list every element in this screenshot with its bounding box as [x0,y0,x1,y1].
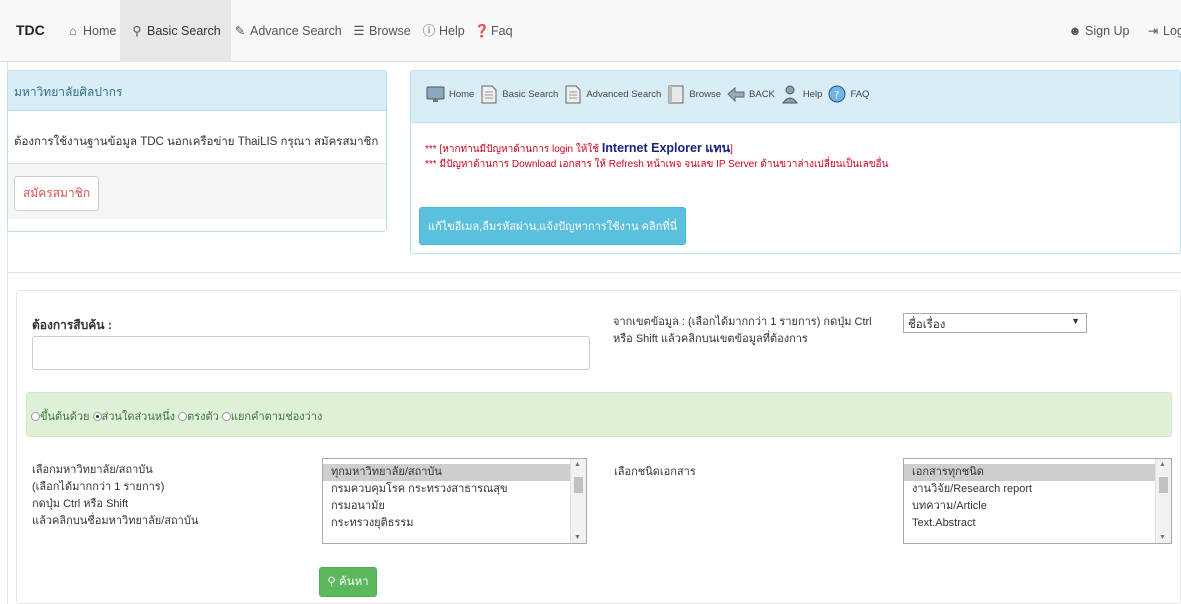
list-item[interactable]: เอกสารทุกชนิด [904,464,1171,481]
panel-footer: สมัครสมาชิก [8,163,386,219]
document-icon [565,85,581,104]
list-icon: ☰ [353,24,365,38]
menu-home[interactable]: Home [425,83,474,105]
nav-home[interactable]: ⌂ Home [66,0,116,62]
edit-icon: ✎ [234,24,246,38]
nav-sign-up[interactable]: ☻ Sign Up [1068,0,1129,62]
search-input[interactable] [32,336,590,370]
list-item[interactable]: ทุกมหาวิทยาลัย/สถาบัน [323,464,586,481]
field-select[interactable]: ชื่อเรื่อง ▼ [903,313,1087,333]
faq-icon: ? [828,85,846,103]
nav-faq[interactable]: ❓Faq [474,0,513,62]
doctype-listbox[interactable]: เอกสารทุกชนิด งานวิจัย/Research report บ… [903,458,1172,544]
list-item[interactable]: กระทรวงยุติธรรม [323,515,586,532]
radio-exact[interactable]: ตรงตัว [178,411,219,423]
query-label: ต้องการสืบค้น : [32,318,112,332]
list-item[interactable]: บทความ/Article [904,498,1171,515]
notice-login: *** [หากท่านมีปัญหาด้านการ login ให้ใช้ … [425,141,733,155]
scrollbar[interactable]: ▲ ▼ [570,459,586,543]
list-item[interactable]: งานวิจัย/Research report [904,481,1171,498]
nav-basic-search[interactable]: ⚲ Basic Search [120,0,231,62]
field-label: จากเขตข้อมูล : (เลือกได้มากกว่า 1 รายการ… [613,316,872,345]
list-item[interactable]: Text.Abstract [904,515,1171,532]
info-panel: Home Basic Search Advanced Search Browse… [410,70,1181,254]
search-icon: ⚲ [132,24,142,38]
scrollbar[interactable]: ▲ ▼ [1155,459,1171,543]
university-help: เลือกมหาวิทยาลัย/สถาบัน (เลือกได้มากกว่า… [32,464,199,527]
nav-login[interactable]: ⇥Logi [1146,0,1181,62]
login-icon: ⇥ [1147,24,1159,38]
menu-help[interactable]: Help [779,83,822,105]
search-icon: ⚲ [327,576,336,588]
member-panel: มหาวิทยาลัยศิลปากร ต้องการใช้งานฐานข้อมู… [7,70,387,232]
match-options: ขึ้นต้นด้วย ส่วนใดส่วนหนึ่ง ตรงตัว แยกคำ… [26,392,1172,437]
menu-back[interactable]: BACK [725,83,775,105]
doctype-label: เลือกชนิดเอกสาร [614,466,696,478]
menu-advanced-search[interactable]: Advanced Search [562,83,661,105]
radio-split-words[interactable]: แยกคำตามช่องว่าง [221,411,322,423]
nav-advance-search[interactable]: ✎ Advance Search [233,0,342,62]
document-icon [481,85,497,104]
monitor-icon [426,86,445,102]
book-icon [668,85,684,104]
member-notice: ต้องการใช้งานฐานข้อมูล TDC นอกเครือข่าย … [14,136,379,148]
info-icon: ⓘ [422,24,436,38]
list-item[interactable]: กรมอนามัย [323,498,586,515]
question-icon: ❓ [474,24,490,38]
user-icon: ☻ [1068,24,1082,38]
menu-basic-search[interactable]: Basic Search [478,83,558,105]
university-listbox[interactable]: ทุกมหาวิทยาลัย/สถาบัน กรมควบคุมโรค กระทร… [322,458,587,544]
register-button[interactable]: สมัครสมาชิก [14,176,100,211]
home-icon: ⌂ [69,24,77,38]
notice-download: *** มีปัญหาด้านการ Download เอกสาร ให้ R… [425,159,889,170]
brand-logo[interactable]: TDC [16,22,45,38]
report-problem-button[interactable]: แก้ไขอีเมล,ลืมรหัสผ่าน,แจ้งปัญหาการใช้งา… [419,207,687,245]
radio-starts-with[interactable]: ขึ้นต้นด้วย [31,411,89,423]
ie-link[interactable]: Internet Explorer แทน [602,141,730,155]
person-icon [781,85,798,104]
nav-browse[interactable]: ☰ Browse [352,0,410,62]
section-divider [7,272,1181,273]
chevron-down-icon: ▼ [1071,316,1080,326]
notice-area: *** [หากท่านมีปัญหาด้านการ login ให้ใช้ … [411,123,1180,172]
top-navbar: TDC ⌂ Home ⚲ Basic Search ✎ Advance Search … [0,0,1181,62]
search-button[interactable]: ⚲ ค้นหา [319,567,377,597]
radio-contains[interactable]: ส่วนใดส่วนหนึ่ง [92,411,175,423]
svg-text:?: ? [834,90,839,101]
menu-browse[interactable]: Browse [665,83,721,105]
nav-help[interactable]: ⓘ Help [422,0,465,62]
university-heading: มหาวิทยาลัยศิลปากร [8,71,386,111]
list-item[interactable]: กรมควบคุมโรค กระทรวงสาธารณสุข [323,481,586,498]
icon-menu-bar: Home Basic Search Advanced Search Browse… [411,71,1180,123]
menu-faq[interactable]: ? FAQ [826,83,869,105]
back-arrow-icon [727,86,745,103]
